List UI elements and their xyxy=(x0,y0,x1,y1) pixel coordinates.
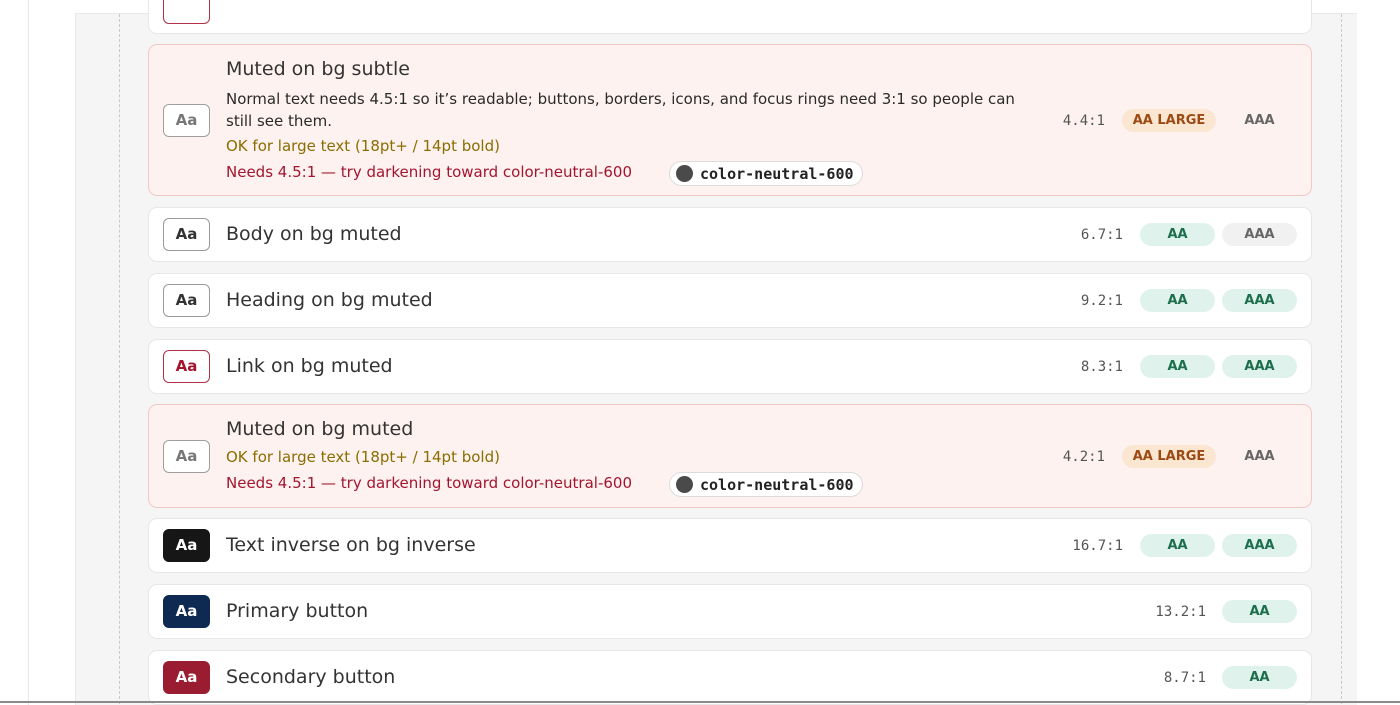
contrast-ratio: 6.7:1 xyxy=(1080,227,1123,243)
large-text-ok-note: OK for large text (18pt+ / 14pt bold) xyxy=(226,448,500,466)
color-dot-icon xyxy=(676,476,693,493)
row-title: Muted on bg muted xyxy=(226,418,414,440)
swatch-partial xyxy=(163,0,210,24)
contrast-row-partial xyxy=(148,0,1312,34)
badge-aaa: AAA xyxy=(1222,223,1297,246)
contrast-row: Aa Body on bg muted 6.7:1 AA AAA xyxy=(148,207,1312,262)
color-dot-icon xyxy=(676,165,693,182)
badge-aaa: AAA xyxy=(1222,355,1297,378)
panel-dashed-guide-right xyxy=(1341,14,1342,705)
contrast-row: Aa Muted on bg muted OK for large text (… xyxy=(148,404,1312,508)
badge-aaa: AAA xyxy=(1244,113,1275,128)
needs-ratio-note: Needs 4.5:1 — try darkening toward color… xyxy=(226,474,632,492)
row-description: Normal text needs 4.5:1 so it’s readable… xyxy=(226,90,1015,130)
row-title: Secondary button xyxy=(226,666,396,688)
contrast-row: Aa Link on bg muted 8.3:1 AA AAA xyxy=(148,339,1312,394)
badge-aa: AA xyxy=(1222,600,1297,623)
color-token-chip[interactable]: color-neutral-600 xyxy=(669,161,863,186)
badge-aa: AA xyxy=(1222,666,1297,689)
page-edge-rule xyxy=(28,0,29,705)
contrast-swatch: Aa xyxy=(163,350,210,383)
row-title: Text inverse on bg inverse xyxy=(226,534,476,556)
row-title: Primary button xyxy=(226,600,369,622)
badge-aaa: AAA xyxy=(1244,449,1275,464)
window-bottom-edge xyxy=(0,701,1400,703)
contrast-ratio: 16.7:1 xyxy=(1072,538,1123,554)
contrast-ratio: 9.2:1 xyxy=(1080,293,1123,309)
contrast-ratio: 13.2:1 xyxy=(1155,604,1206,620)
needs-ratio-note: Needs 4.5:1 — try darkening toward color… xyxy=(226,163,632,181)
contrast-row: Aa Primary button 13.2:1 AA xyxy=(148,584,1312,639)
contrast-swatch: Aa xyxy=(163,440,210,473)
badge-aa-large: AA LARGE xyxy=(1122,109,1216,132)
contrast-ratio: 8.3:1 xyxy=(1080,359,1123,375)
large-text-ok-note: OK for large text (18pt+ / 14pt bold) xyxy=(226,137,500,155)
badge-aa: AA xyxy=(1140,289,1215,312)
contrast-swatch: Aa xyxy=(163,595,210,628)
row-title: Muted on bg subtle xyxy=(226,58,410,80)
badge-aa: AA xyxy=(1140,223,1215,246)
contrast-swatch: Aa xyxy=(163,661,210,694)
contrast-row: Aa Heading on bg muted 9.2:1 AA AAA xyxy=(148,273,1312,328)
badge-aa: AA xyxy=(1140,534,1215,557)
contrast-row: Aa Text inverse on bg inverse 16.7:1 AA … xyxy=(148,518,1312,573)
contrast-row: Aa Secondary button 8.7:1 AA xyxy=(148,650,1312,705)
row-title: Body on bg muted xyxy=(226,223,402,245)
badge-aa: AA xyxy=(1140,355,1215,378)
badge-aa-large: AA LARGE xyxy=(1122,445,1216,468)
contrast-ratio: 8.7:1 xyxy=(1163,670,1206,686)
contrast-ratio: 4.4:1 xyxy=(1062,113,1105,129)
contrast-row: Aa Muted on bg subtle Normal text needs … xyxy=(148,44,1312,196)
row-title: Link on bg muted xyxy=(226,355,393,377)
contrast-swatch: Aa xyxy=(163,104,210,137)
contrast-swatch: Aa xyxy=(163,284,210,317)
row-title: Heading on bg muted xyxy=(226,289,433,311)
color-token-label: color-neutral-600 xyxy=(700,475,854,494)
contrast-swatch: Aa xyxy=(163,529,210,562)
contrast-ratio: 4.2:1 xyxy=(1062,449,1105,465)
color-token-chip[interactable]: color-neutral-600 xyxy=(669,472,863,497)
badge-aaa: AAA xyxy=(1222,534,1297,557)
contrast-swatch: Aa xyxy=(163,218,210,251)
color-token-label: color-neutral-600 xyxy=(700,164,854,183)
panel-dashed-guide-left xyxy=(119,14,120,705)
badge-aaa: AAA xyxy=(1222,289,1297,312)
